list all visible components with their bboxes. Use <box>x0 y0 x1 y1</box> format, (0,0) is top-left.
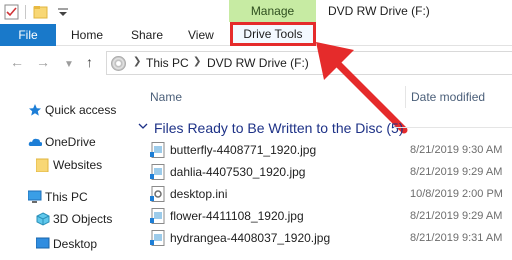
column-header-name[interactable]: Name <box>150 88 182 106</box>
file-row[interactable]: desktop.ini 10/8/2019 2:00 PM <box>150 183 512 205</box>
computer-icon <box>28 190 42 203</box>
tab-file[interactable]: File <box>0 24 56 46</box>
nav-item-label: Quick access <box>45 103 117 117</box>
ribbon-tabs: File Home Share View Drive Tools <box>0 22 512 46</box>
tab-share[interactable]: Share <box>131 24 163 46</box>
properties-icon[interactable] <box>4 4 20 20</box>
cloud-icon <box>28 138 42 146</box>
navigation-pane: Quick access OneDrive Websites This PC 3… <box>0 88 130 260</box>
image-file-icon <box>150 164 165 180</box>
star-icon <box>29 104 41 116</box>
image-file-icon <box>150 142 165 158</box>
folder-icon <box>36 158 49 172</box>
group-divider <box>394 127 512 128</box>
group-header[interactable]: Files Ready to Be Written to the Disc (5… <box>154 118 404 138</box>
column-header-date-modified[interactable]: Date modified <box>411 88 485 106</box>
new-folder-icon[interactable] <box>33 4 49 20</box>
nav-item-websites[interactable]: Websites <box>36 155 128 175</box>
breadcrumb-chevron-icon[interactable]: ❯ <box>193 56 201 67</box>
image-file-icon <box>150 208 165 224</box>
file-name: hydrangea-4408037_1920.jpg <box>170 231 331 245</box>
file-row[interactable]: butterfly-4408771_1920.jpg 8/21/2019 9:3… <box>150 139 512 161</box>
nav-item-3d-objects[interactable]: 3D Objects <box>36 209 128 229</box>
breadcrumb-chevron-icon[interactable]: ❯ <box>133 56 141 67</box>
nav-item-desktop[interactable]: Desktop <box>36 234 128 254</box>
file-row[interactable]: flower-4411108_1920.jpg 8/21/2019 9:29 A… <box>150 205 512 227</box>
navigation-bar: ← → ▼ ↑ ❯ This PC ❯ DVD RW Drive (F:) <box>0 47 512 79</box>
file-name: flower-4411108_1920.jpg <box>170 209 304 223</box>
nav-item-label: This PC <box>45 190 88 204</box>
nav-item-label: Websites <box>53 158 103 172</box>
nav-item-label: OneDrive <box>45 135 96 149</box>
image-file-icon <box>150 230 165 246</box>
forward-arrow-icon[interactable]: → <box>36 55 50 69</box>
collapse-chevron-icon[interactable] <box>138 121 148 131</box>
recent-locations-chevron-icon[interactable]: ▼ <box>64 58 74 72</box>
tab-manage[interactable]: Manage <box>229 0 316 22</box>
customize-qat-chevron-icon[interactable] <box>56 6 70 20</box>
qat-separator <box>25 5 26 19</box>
file-row[interactable]: hydrangea-4408037_1920.jpg 8/21/2019 9:3… <box>150 227 512 249</box>
tab-drive-tools[interactable]: Drive Tools <box>230 22 316 46</box>
tab-home[interactable]: Home <box>71 24 103 46</box>
file-date: 8/21/2019 9:30 AM <box>410 144 503 156</box>
nav-item-onedrive[interactable]: OneDrive <box>28 132 128 152</box>
file-date: 8/21/2019 9:29 AM <box>410 166 503 178</box>
breadcrumb-dvd-drive[interactable]: DVD RW Drive (F:) <box>207 56 309 70</box>
file-name: dahlia-4407530_1920.jpg <box>170 165 306 179</box>
column-divider[interactable] <box>405 86 406 108</box>
file-date: 8/21/2019 9:31 AM <box>410 232 503 244</box>
title-bar: Manage DVD RW Drive (F:) <box>0 0 512 24</box>
nav-item-quick-access[interactable]: Quick access <box>28 100 128 120</box>
cube-icon <box>36 212 50 226</box>
breadcrumb-this-pc[interactable]: This PC <box>146 56 189 70</box>
file-name: butterfly-4408771_1920.jpg <box>170 143 317 157</box>
file-date: 8/21/2019 9:29 AM <box>410 210 503 222</box>
address-bar[interactable]: ❯ This PC ❯ DVD RW Drive (F:) <box>106 51 512 75</box>
nav-item-label: 3D Objects <box>53 212 113 226</box>
nav-item-this-pc[interactable]: This PC <box>28 187 128 207</box>
file-name: desktop.ini <box>170 187 228 201</box>
nav-item-label: Desktop <box>53 237 98 251</box>
settings-file-icon <box>150 186 165 202</box>
up-arrow-icon[interactable]: ↑ <box>86 55 93 69</box>
window-title: DVD RW Drive (F:) <box>328 4 430 18</box>
file-row[interactable]: dahlia-4407530_1920.jpg 8/21/2019 9:29 A… <box>150 161 512 183</box>
desktop-icon <box>36 237 50 249</box>
back-arrow-icon[interactable]: ← <box>10 55 24 69</box>
tab-view[interactable]: View <box>188 24 214 46</box>
file-date: 10/8/2019 2:00 PM <box>410 188 503 200</box>
dvd-drive-icon <box>111 56 126 71</box>
